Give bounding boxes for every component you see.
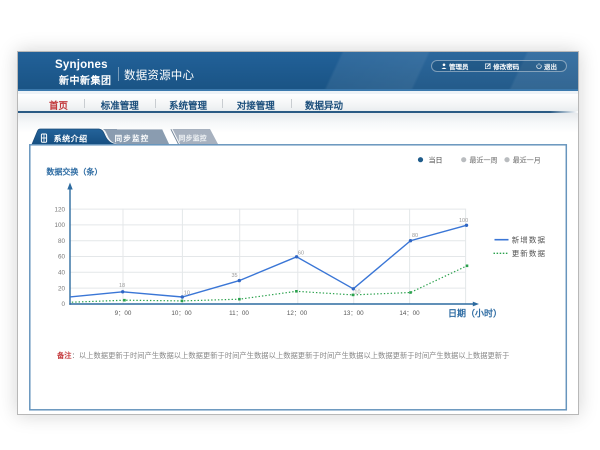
- svg-text:9：00: 9：00: [115, 310, 132, 317]
- svg-text:80: 80: [58, 238, 66, 245]
- svg-text:同步监控: 同步监控: [179, 134, 207, 143]
- svg-text:11：00: 11：00: [229, 310, 249, 317]
- svg-text:10: 10: [354, 290, 360, 296]
- svg-text:最近一月: 最近一月: [513, 156, 541, 165]
- svg-text:18: 18: [119, 283, 125, 289]
- svg-text:100: 100: [459, 218, 468, 224]
- svg-text:14：00: 14：00: [399, 310, 420, 317]
- svg-text:13：00: 13：00: [343, 310, 364, 317]
- svg-text:100: 100: [54, 222, 65, 229]
- svg-text:系统介绍: 系统介绍: [54, 134, 88, 144]
- svg-text:最近一周: 最近一周: [470, 156, 498, 165]
- svg-text:日期（小时）: 日期（小时）: [448, 308, 502, 319]
- svg-text:120: 120: [54, 206, 65, 213]
- svg-text:更新数据: 更新数据: [512, 248, 546, 258]
- svg-text:备注：以上数据更新于时间产生数据以上数据更新于时间产生数据以: 备注：以上数据更新于时间产生数据以上数据更新于时间产生数据以上数据更新于时间产生…: [56, 351, 509, 360]
- svg-text:新增数据: 新增数据: [512, 235, 546, 245]
- svg-text:60: 60: [58, 254, 66, 261]
- svg-text:60: 60: [298, 250, 304, 256]
- svg-text:20: 20: [58, 285, 66, 292]
- svg-text:40: 40: [58, 270, 66, 277]
- svg-text:35: 35: [232, 273, 238, 279]
- svg-text:0: 0: [61, 301, 65, 308]
- svg-text:10: 10: [184, 290, 190, 296]
- svg-text:12：00: 12：00: [287, 310, 308, 317]
- svg-text:当日: 当日: [429, 156, 443, 165]
- svg-text:数据交换（条）: 数据交换（条）: [46, 167, 102, 177]
- svg-text:同步监控: 同步监控: [115, 133, 150, 143]
- svg-text:80: 80: [412, 233, 418, 239]
- svg-text:10：00: 10：00: [171, 310, 192, 317]
